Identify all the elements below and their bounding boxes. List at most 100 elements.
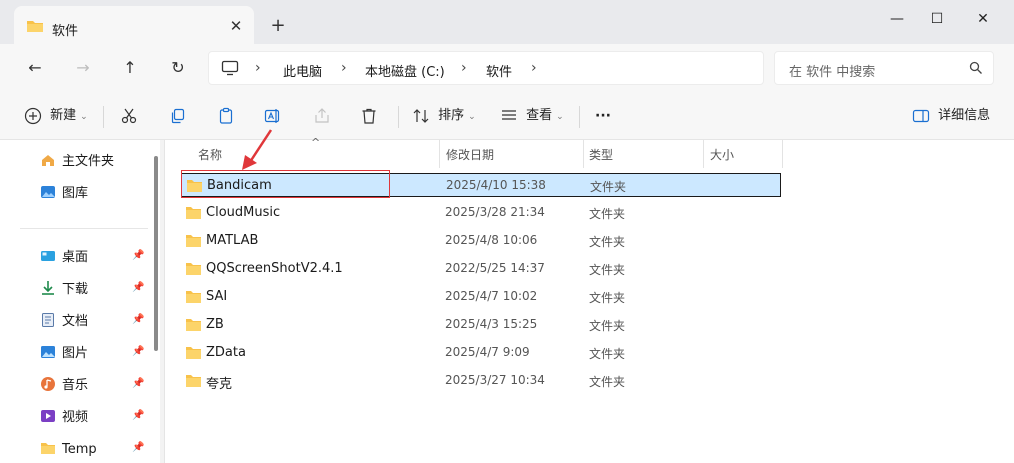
close-tab-icon[interactable]: ✕ [226, 16, 246, 36]
sidebar-item-label: 音乐 [62, 378, 89, 393]
pin-icon[interactable]: 📌 [132, 346, 144, 357]
share-button[interactable] [313, 104, 331, 128]
sidebar-item-gallery[interactable]: 图库 [40, 184, 88, 204]
pin-icon[interactable]: 📌 [132, 378, 144, 389]
divider [398, 106, 399, 128]
divider [20, 228, 148, 229]
sidebar-item-label: 视频 [62, 410, 89, 425]
sidebar-item-desktop[interactable]: 桌面 [40, 248, 88, 268]
paste-button[interactable] [217, 104, 235, 128]
table-row[interactable]: SAI 2025/4/7 10:02 文件夹 [181, 285, 781, 309]
title-bar: 软件 ✕ + — ☐ ✕ [0, 0, 1014, 46]
column-header-name[interactable]: 名称 [198, 146, 222, 164]
pin-icon[interactable]: 📌 [132, 282, 144, 293]
file-name: ZB [206, 317, 224, 332]
breadcrumb-separator: › [255, 60, 261, 76]
chevron-down-icon: ⌄ [80, 112, 88, 122]
sidebar-item-documents[interactable]: 文档 [40, 312, 88, 332]
sidebar-item-home[interactable]: 主文件夹 [40, 152, 114, 172]
file-type: 文件夹 [590, 180, 627, 194]
new-button[interactable]: 新建 ⌄ [24, 104, 88, 128]
rename-button[interactable] [264, 104, 282, 128]
breadcrumb-software[interactable]: 软件 [486, 61, 512, 80]
sidebar-item-temp[interactable]: Temp [40, 440, 97, 460]
folder-icon [185, 234, 202, 251]
sidebar-item-label: 下载 [62, 282, 89, 297]
back-button[interactable]: ← [22, 56, 48, 80]
file-name: 夸克 [206, 377, 233, 392]
forward-button[interactable]: → [70, 56, 96, 80]
file-date: 2025/3/27 10:34 [445, 373, 545, 387]
column-divider[interactable] [703, 140, 704, 168]
pin-icon[interactable]: 📌 [132, 410, 144, 421]
maximize-button[interactable]: ☐ [922, 8, 952, 30]
sidebar-item-label: 桌面 [62, 250, 89, 265]
sidebar-item-videos[interactable]: 视频 [40, 408, 88, 428]
address-row: ← → ↑ ↻ › 此电脑 › 本地磁盘 (C:) › 软件 › 在 软件 中搜… [0, 44, 1014, 92]
tab-title: 软件 [52, 24, 79, 39]
minimize-button[interactable]: — [882, 8, 912, 30]
new-tab-button[interactable]: + [268, 16, 288, 36]
table-row[interactable]: CloudMusic 2025/3/28 21:34 文件夹 [181, 201, 781, 225]
folder-icon [26, 19, 44, 36]
table-row[interactable]: ZB 2025/4/3 15:25 文件夹 [181, 313, 781, 337]
address-bar[interactable]: › 此电脑 › 本地磁盘 (C:) › 软件 › [208, 51, 764, 85]
delete-button[interactable] [360, 104, 378, 128]
table-row[interactable]: QQScreenShotV2.4.1 2022/5/25 14:37 文件夹 [181, 257, 781, 281]
sidebar-item-downloads[interactable]: 下载 [40, 280, 88, 300]
file-name: QQScreenShotV2.4.1 [206, 261, 343, 276]
pin-icon[interactable]: 📌 [132, 314, 144, 325]
details-pane-button[interactable]: 详细信息 [912, 104, 990, 128]
chevron-down-icon: ⌄ [468, 112, 476, 122]
sidebar-item-music[interactable]: 音乐 [40, 376, 88, 396]
column-header-size[interactable]: 大小 [710, 146, 734, 164]
command-bar: 新建 ⌄ 排序 ⌄ 查看 ⌄ ··· 详细信息 [0, 92, 1014, 140]
table-row[interactable]: 夸克 2025/3/27 10:34 文件夹 [181, 369, 781, 393]
rename-icon [264, 108, 280, 123]
breadcrumb-local-disk[interactable]: 本地磁盘 (C:) [365, 61, 445, 80]
file-type: 文件夹 [589, 235, 626, 249]
file-type: 文件夹 [589, 291, 626, 305]
sort-button[interactable]: 排序 ⌄ [412, 104, 476, 128]
folder-icon [185, 318, 202, 335]
breadcrumb-separator: › [461, 60, 467, 76]
more-options-button[interactable]: ··· [595, 104, 611, 128]
cut-button[interactable] [120, 104, 138, 128]
refresh-button[interactable]: ↻ [165, 56, 191, 80]
view-button[interactable]: 查看 ⌄ [500, 104, 564, 128]
plus-circle-icon [24, 107, 42, 124]
scissors-icon [121, 108, 137, 123]
search-icon [969, 61, 983, 78]
column-divider[interactable] [583, 140, 584, 168]
clipboard-icon [219, 107, 233, 124]
scrollbar-thumb[interactable] [154, 156, 158, 351]
breadcrumb-separator: › [341, 60, 347, 76]
desktop-icon [40, 248, 56, 264]
search-placeholder: 在 软件 中搜索 [789, 65, 876, 80]
sidebar-item-label: 图库 [62, 186, 89, 201]
sidebar-item-label: 图片 [62, 346, 89, 361]
breadcrumb-separator: › [531, 60, 537, 76]
column-divider[interactable] [439, 140, 440, 168]
file-type: 文件夹 [589, 207, 626, 221]
pin-icon[interactable]: 📌 [132, 250, 144, 261]
sidebar-item-label: Temp [62, 442, 97, 457]
search-input[interactable]: 在 软件 中搜索 [774, 51, 994, 85]
pin-icon[interactable]: 📌 [132, 442, 144, 453]
table-row[interactable]: ZData 2025/4/7 9:09 文件夹 [181, 341, 781, 365]
column-header-modified[interactable]: 修改日期 [446, 146, 494, 164]
up-button[interactable]: ↑ [117, 56, 143, 80]
close-window-button[interactable]: ✕ [968, 8, 998, 30]
video-icon [40, 408, 56, 424]
home-icon [40, 152, 56, 168]
sort-button-label: 排序 [438, 108, 465, 123]
column-divider[interactable] [782, 140, 783, 168]
sidebar-item-pictures[interactable]: 图片 [40, 344, 88, 364]
column-header-type[interactable]: 类型 [589, 146, 613, 164]
folder-icon [185, 346, 202, 363]
copy-button[interactable] [169, 104, 187, 128]
tab-software[interactable]: 软件 ✕ [14, 6, 254, 46]
trash-icon [362, 108, 376, 124]
breadcrumb-this-pc[interactable]: 此电脑 [283, 61, 322, 80]
table-row[interactable]: MATLAB 2025/4/8 10:06 文件夹 [181, 229, 781, 253]
